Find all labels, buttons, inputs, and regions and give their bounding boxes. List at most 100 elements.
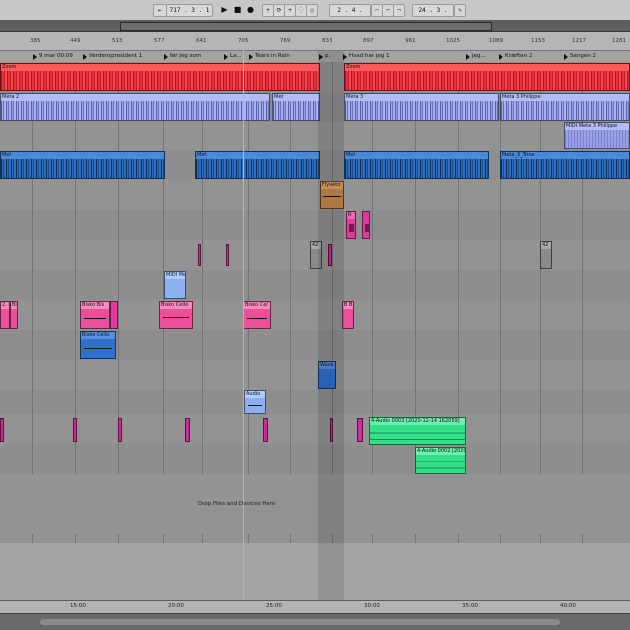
clip-waveform bbox=[1, 101, 269, 120]
locator-marker[interactable]: Sangen 2 bbox=[563, 52, 596, 61]
midi-clip-tiny[interactable] bbox=[0, 418, 4, 442]
time-tick: 35:00 bbox=[462, 603, 478, 609]
track-lane[interactable] bbox=[0, 444, 630, 475]
midi-clip-tiny[interactable] bbox=[198, 244, 201, 266]
track-lane[interactable] bbox=[0, 122, 630, 151]
ruler-tick: 1025 bbox=[446, 38, 460, 44]
audio-clip-met[interactable]: Met bbox=[344, 151, 489, 179]
ruler-tick: 513 bbox=[112, 38, 123, 44]
clip-title: Met bbox=[345, 152, 488, 159]
ableton-arrangement-window: ⇤ 717 . 3 . 1 ▶ ■ ● + ⟳ + ⁛ ○ 2 . 4 . ⌒ … bbox=[0, 0, 630, 630]
time-tick: 40:00 bbox=[560, 603, 576, 609]
audio-clip-meta3-trine[interactable]: Meta_3_Trine bbox=[500, 151, 630, 179]
audio-clip-meta[interactable]: Meta 2 bbox=[0, 93, 270, 121]
locator-marker[interactable]: før jeg som bbox=[163, 52, 201, 61]
drop-zone-label: Drop Files and Devices Here bbox=[198, 501, 276, 507]
time-ruler[interactable]: 15:00 20:00 25:00 30:00 35:00 40:00 bbox=[0, 600, 630, 613]
ruler-tick: 641 bbox=[196, 38, 207, 44]
overview-window[interactable] bbox=[120, 22, 492, 31]
midi-clip-bisko-cello[interactable]: Bisko Cello bbox=[159, 301, 193, 329]
midi-clip-bisko[interactable]: Bi bbox=[10, 301, 18, 329]
stop-icon[interactable]: ■ bbox=[232, 4, 243, 15]
clip-title: Meta 2 bbox=[1, 94, 269, 101]
loop-length-display[interactable]: 2 . 4 . bbox=[329, 4, 371, 17]
audio-clip-met[interactable]: Met bbox=[0, 151, 165, 179]
midi-clip-small[interactable] bbox=[362, 211, 370, 239]
draw-mode-icon[interactable]: ✎ bbox=[454, 4, 466, 17]
locator-marker[interactable]: Verdenspresident 1 bbox=[82, 52, 142, 61]
midi-clip-tiny[interactable] bbox=[357, 418, 363, 442]
audio-clip-audio[interactable]: Audio bbox=[244, 390, 266, 414]
clip-waveform bbox=[501, 159, 629, 178]
time-tick: 15:00 bbox=[70, 603, 86, 609]
clip-waveform bbox=[345, 101, 498, 120]
midi-clip-bisko[interactable]: 2. F1 bbox=[0, 301, 10, 329]
clip-title: B B bbox=[343, 302, 353, 309]
midi-clip-tiny[interactable] bbox=[110, 301, 118, 329]
locator-marker[interactable]: La... bbox=[223, 52, 242, 61]
time-tick: 30:00 bbox=[364, 603, 380, 609]
track-lane[interactable] bbox=[0, 360, 630, 391]
midi-clip-tiny[interactable] bbox=[263, 418, 268, 442]
track-lane[interactable] bbox=[0, 270, 630, 301]
ruler-tick: 1281 bbox=[612, 38, 626, 44]
loop-start-display[interactable]: 717 . 3 . 1 bbox=[166, 4, 213, 17]
midi-note bbox=[84, 348, 112, 349]
midi-note bbox=[247, 318, 267, 319]
clip-title: 42 bbox=[541, 242, 551, 249]
track-lane[interactable] bbox=[0, 180, 630, 211]
arrangement-overview[interactable] bbox=[0, 20, 630, 32]
playhead-marker[interactable] bbox=[243, 44, 244, 604]
clip-title: Zoom bbox=[1, 64, 319, 71]
ruler-tick: 833 bbox=[322, 38, 333, 44]
midi-clip-tiny[interactable] bbox=[73, 418, 77, 442]
midi-clip-tiny[interactable] bbox=[226, 244, 229, 266]
clip-title: MIDI Me bbox=[165, 272, 185, 279]
arrangement-view[interactable]: Zoom Zoom Meta 2 Met Meta 3 Meta 3 Phili… bbox=[0, 62, 630, 600]
track-lane[interactable] bbox=[0, 414, 630, 445]
follow-toggle-icon[interactable]: ⇤ bbox=[153, 4, 167, 17]
clip-title: Met bbox=[273, 94, 319, 101]
audio-clip-zoom[interactable]: Zoom bbox=[0, 63, 320, 91]
audio-clip-42[interactable]: 42 bbox=[540, 241, 552, 269]
scroll-thumb[interactable] bbox=[40, 619, 560, 625]
audio-clip-0003[interactable]: 4-Audio 0003 [2020-12-14 162059] bbox=[369, 417, 466, 445]
record-icon[interactable]: ● bbox=[245, 4, 256, 15]
midi-clip-tiny[interactable] bbox=[118, 418, 122, 442]
track-lane[interactable] bbox=[0, 390, 630, 415]
punch-out-icon[interactable]: ¬ bbox=[393, 4, 405, 17]
audio-clip-0002[interactable]: 4-Audio 0002 [2020 bbox=[415, 447, 466, 474]
horizontal-scrollbar[interactable] bbox=[0, 613, 630, 630]
return-tracks-area[interactable] bbox=[0, 543, 630, 600]
clip-title: Meta 3 bbox=[345, 94, 498, 101]
clip-title: Bi bbox=[11, 302, 17, 309]
audio-clip-meta3[interactable]: Meta 3 bbox=[344, 93, 499, 121]
audio-clip-met[interactable]: Met bbox=[272, 93, 320, 121]
beat-time-ruler[interactable]: 385 449 513 577 641 705 769 833 897 961 … bbox=[0, 32, 630, 51]
clip-title: Bisko Cello bbox=[160, 302, 192, 309]
clip-title: 2. F1 bbox=[1, 302, 9, 309]
ruler-tick: 1153 bbox=[531, 38, 545, 44]
midi-clip-tiny[interactable] bbox=[185, 418, 190, 442]
midi-clip-midi-me[interactable]: MIDI Me bbox=[164, 271, 186, 299]
midi-clip-bisko-bis[interactable]: Bisko Bis bbox=[80, 301, 110, 329]
end-position-display[interactable]: 24 . 3 . bbox=[412, 4, 454, 17]
locator-marker[interactable]: Hvad har jeg 1 bbox=[342, 52, 390, 61]
midi-clip-bisko-cello[interactable]: Bisko Cello bbox=[80, 331, 116, 359]
locator-marker[interactable]: 9 mar 00:09 bbox=[32, 52, 73, 61]
track-lane[interactable] bbox=[0, 210, 630, 241]
audio-clip-zoom[interactable]: Zoom bbox=[344, 63, 630, 91]
midi-clip-r[interactable]: R bbox=[346, 211, 356, 239]
midi-clip-bisko-cel[interactable]: Bisko Cel bbox=[243, 301, 271, 329]
clip-waveform bbox=[273, 101, 319, 120]
midi-clip-meta3-philippe[interactable]: MIDI Meta 3 Philippe bbox=[564, 122, 630, 149]
audio-clip-meta3-philippe[interactable]: Meta 3 Philippe bbox=[500, 93, 630, 121]
drop-zone[interactable]: Drop Files and Devices Here bbox=[0, 474, 630, 534]
audio-clip-met[interactable]: Met bbox=[195, 151, 320, 179]
locator-marker[interactable]: Kræften 2 bbox=[498, 52, 532, 61]
locator-marker[interactable]: jeg... bbox=[465, 52, 486, 61]
locator-marker[interactable]: Tears in Rain bbox=[248, 52, 290, 61]
ruler-tick: 961 bbox=[405, 38, 416, 44]
session-record-icon[interactable]: ○ bbox=[306, 4, 318, 17]
play-icon[interactable]: ▶ bbox=[219, 4, 230, 15]
